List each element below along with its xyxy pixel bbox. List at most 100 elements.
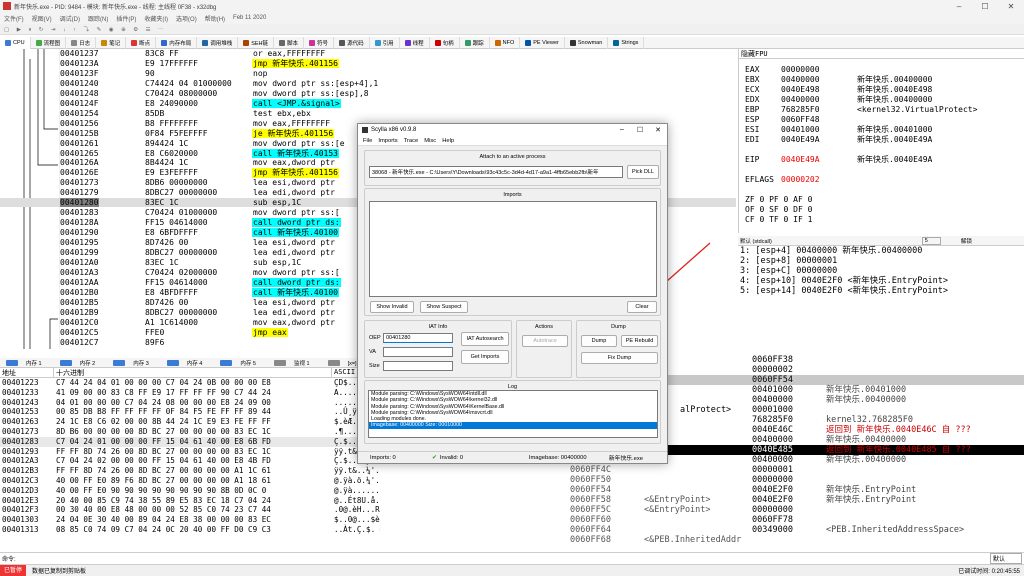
flags-row[interactable]: OF 0 SF 0 DF 0	[745, 205, 812, 215]
disasm-row[interactable]: 0040124F E8 24090000 call <JMP.&signal>	[0, 98, 736, 108]
close-button[interactable]: ✕	[998, 2, 1024, 11]
register-row[interactable]: EBP 768285F0 <kernel32.VirtualProtect>	[745, 105, 977, 115]
command-input[interactable]	[20, 554, 986, 563]
tab-13[interactable]: 线程	[400, 36, 430, 49]
register-row[interactable]: ESI 00401000 新年快乐.00401000	[745, 125, 932, 135]
tab-2[interactable]: 流程图	[31, 36, 67, 49]
disasm-row[interactable]: 00401237 83C8 FF or eax,FFFFFFFF	[0, 49, 736, 58]
dump-tab-6[interactable]: 监视 1	[268, 359, 322, 367]
dump-row[interactable]: 00401283 C7 04 24 01 00 00 00 FF 15 04 61…	[0, 436, 380, 447]
get-imports-button[interactable]: Get Imports	[461, 350, 509, 364]
stack-left-row[interactable]: 0060FF68 <&PEB.InheritedAddr	[570, 535, 741, 545]
register-row[interactable]	[745, 145, 857, 155]
stack-arg-row[interactable]: 5: [esp+14] 0040E2F0 <新年快乐.EntryPoint>	[738, 286, 1024, 296]
tab-8[interactable]: SEH链	[238, 36, 275, 49]
register-row[interactable]: EBX 00400000 新年快乐.00400000	[745, 75, 932, 85]
scylla-close-button[interactable]: ✕	[649, 126, 667, 134]
dump-row[interactable]: 004012A3 C7 04 24 02 00 00 00 FF 15 04 61…	[0, 456, 380, 466]
stack-left-row[interactable]: 0060FF50	[570, 475, 644, 485]
dump-row[interactable]: 004012D3 40 00 FF E0 90 90 90 90 90 90 90…	[0, 486, 380, 496]
menu-help[interactable]: 帮助(H)	[201, 14, 229, 23]
dump-tab-4[interactable]: 内存 4	[161, 359, 215, 367]
hex-dump[interactable]: 00401223 C7 44 24 04 01 00 00 00 C7 04 24…	[0, 378, 380, 548]
va-field[interactable]	[383, 347, 453, 357]
dump-tab-1[interactable]: 内存 1	[0, 359, 54, 367]
maximize-button[interactable]: ☐	[972, 2, 998, 11]
pick-dll-button[interactable]: Pick DLL	[627, 165, 659, 179]
register-row[interactable]: EAX 00000000	[745, 65, 857, 75]
tab-16[interactable]: NFO	[490, 36, 521, 49]
tab-3[interactable]: 日志	[66, 36, 97, 49]
imports-tree[interactable]	[369, 201, 657, 297]
tab-9[interactable]: 脚本	[274, 36, 305, 49]
log-entry[interactable]: Imagebase: 00400000 Size: 00010000	[369, 422, 657, 429]
dump-row[interactable]: 00401233 41 09 00 00 83 C8 FF E9 17 FF FF…	[0, 388, 380, 398]
dump-button[interactable]: Dump	[581, 335, 617, 347]
scylla-menu-misc[interactable]: Misc	[421, 138, 439, 144]
stack-left-row[interactable]: 0060FF4C	[570, 465, 644, 475]
pe-rebuild-button[interactable]: PE Rebuild	[621, 335, 658, 347]
process-select[interactable]: 38068 - 新年快乐.exe - C:\Users\Y\Downloads\…	[369, 166, 623, 178]
autotrace-button[interactable]: Autotrace	[522, 335, 568, 347]
dump-row[interactable]: 00401293 FF FF 8D 74 26 00 8D BC 27 00 00…	[0, 447, 380, 457]
minimize-button[interactable]: –	[946, 2, 972, 11]
stack-left-row[interactable]: 0060FF54	[570, 485, 644, 495]
stack-arg-row[interactable]: 4: [esp+10] 0040E2F0 <新年快乐.EntryPoint>	[738, 276, 1024, 286]
dump-tab-3[interactable]: 内存 3	[107, 359, 161, 367]
menu-trace[interactable]: 跟踪(N)	[84, 14, 112, 23]
hide-fpu-toggle[interactable]: 隐藏FPU	[739, 49, 1024, 59]
menu-favourites[interactable]: 收藏夹(I)	[140, 14, 172, 23]
tab-5[interactable]: 断点	[126, 36, 157, 49]
flags-row[interactable]: CF 0 TF 0 IF 1	[745, 215, 812, 225]
size-field[interactable]	[383, 361, 453, 371]
dump-row[interactable]: 00401303 24 04 0E 30 40 00 89 04 24 E8 38…	[0, 515, 380, 525]
tab-18[interactable]: Snowman	[565, 36, 609, 49]
register-row[interactable]	[745, 165, 857, 175]
scylla-maximize-button[interactable]: ☐	[631, 126, 649, 134]
register-row[interactable]: EIP 0040E49A 新年快乐.0040E49A	[745, 155, 932, 165]
dump-tab-2[interactable]: 内存 2	[54, 359, 108, 367]
register-row[interactable]: EDX 00400000 新年快乐.00400000	[745, 95, 932, 105]
log-list[interactable]: Module parsing: C:\Windows\SysWOW64\ntdl…	[368, 390, 658, 438]
stack-left-row[interactable]: 0060FF5C <&EntryPoint>	[570, 505, 711, 515]
flags-row[interactable]: ZF 0 PF 0 AF 0	[745, 195, 812, 205]
dump-row[interactable]: 004012C3 40 00 FF E0 89 F6 8D BC 27 00 00…	[0, 476, 380, 486]
iat-autosearch-button[interactable]: IAT Autosearch	[461, 332, 509, 346]
stack-left-row[interactable]: 0060FF64	[570, 525, 644, 535]
dump-row[interactable]: 00401313 08 85 C0 74 09 C7 04 24 0C 20 40…	[0, 525, 380, 535]
tab-14[interactable]: 句柄	[430, 36, 460, 49]
fix-dump-button[interactable]: Fix Dump	[581, 352, 658, 364]
show-suspect-button[interactable]: Show Suspect	[420, 301, 468, 313]
show-invalid-button[interactable]: Show Invalid	[370, 301, 414, 313]
tab-19[interactable]: Strings	[608, 36, 645, 49]
dump-row[interactable]: 004012F3 00 30 40 00 E8 48 00 00 00 52 85…	[0, 505, 380, 515]
tab-10[interactable]: 符号	[304, 36, 335, 49]
dump-tab-5[interactable]: 内存 5	[214, 359, 268, 367]
menu-plugins[interactable]: 插件(P)	[112, 14, 140, 23]
unlock-checkbox[interactable]: 解锁	[961, 237, 972, 245]
stack-arg-row[interactable]: 2: [esp+8] 00000001	[738, 256, 1024, 266]
disasm-row[interactable]: 0040123F 90 nop	[0, 69, 736, 78]
calling-convention-select[interactable]: 默认 (stdcall)	[740, 237, 772, 245]
stack-left-row[interactable]: 0060FF58 <&EntryPoint>	[570, 495, 711, 505]
scylla-menu-trace[interactable]: Trace	[401, 138, 422, 144]
disasm-row[interactable]: 0040123A E9 17FFFFFF jmp 新年快乐.401156	[0, 58, 736, 69]
dump-row[interactable]: 004012E3 20 40 00 85 C9 74 38 55 89 E5 83…	[0, 496, 380, 506]
dump-row[interactable]: 00401273 8D B6 00 00 00 00 8D BC 27 00 00…	[0, 427, 380, 437]
register-row[interactable]: EFLAGS 00000202	[745, 175, 857, 185]
disasm-row[interactable]: 00401248 C70424 08000000 mov dword ptr ss:…	[0, 89, 736, 98]
stack-left-row[interactable]: 0060FF60	[570, 515, 644, 525]
tab-1[interactable]: CPU	[0, 36, 31, 49]
stack-arg-row[interactable]: 3: [esp+C] 00000000	[738, 266, 1024, 276]
scylla-menu-imports[interactable]: Imports	[375, 138, 400, 144]
tab-12[interactable]: 引用	[370, 36, 400, 49]
tab-7[interactable]: 调用堆栈	[197, 36, 239, 49]
tab-4[interactable]: 笔记	[96, 36, 127, 49]
clear-button[interactable]: Clear	[627, 301, 657, 313]
dump-row[interactable]: 00401253 00 85 DB B8 FF FF FF FF 0F 84 F5…	[0, 407, 380, 417]
register-row[interactable]: ESP 0060FF48	[745, 115, 857, 125]
menu-view[interactable]: 视图(V)	[28, 14, 56, 23]
register-row[interactable]: ECX 0040E498 新年快乐.0040E498	[745, 85, 932, 95]
menu-file[interactable]: 文件(F)	[0, 14, 28, 23]
command-mode-select[interactable]: 默认	[989, 552, 1022, 564]
